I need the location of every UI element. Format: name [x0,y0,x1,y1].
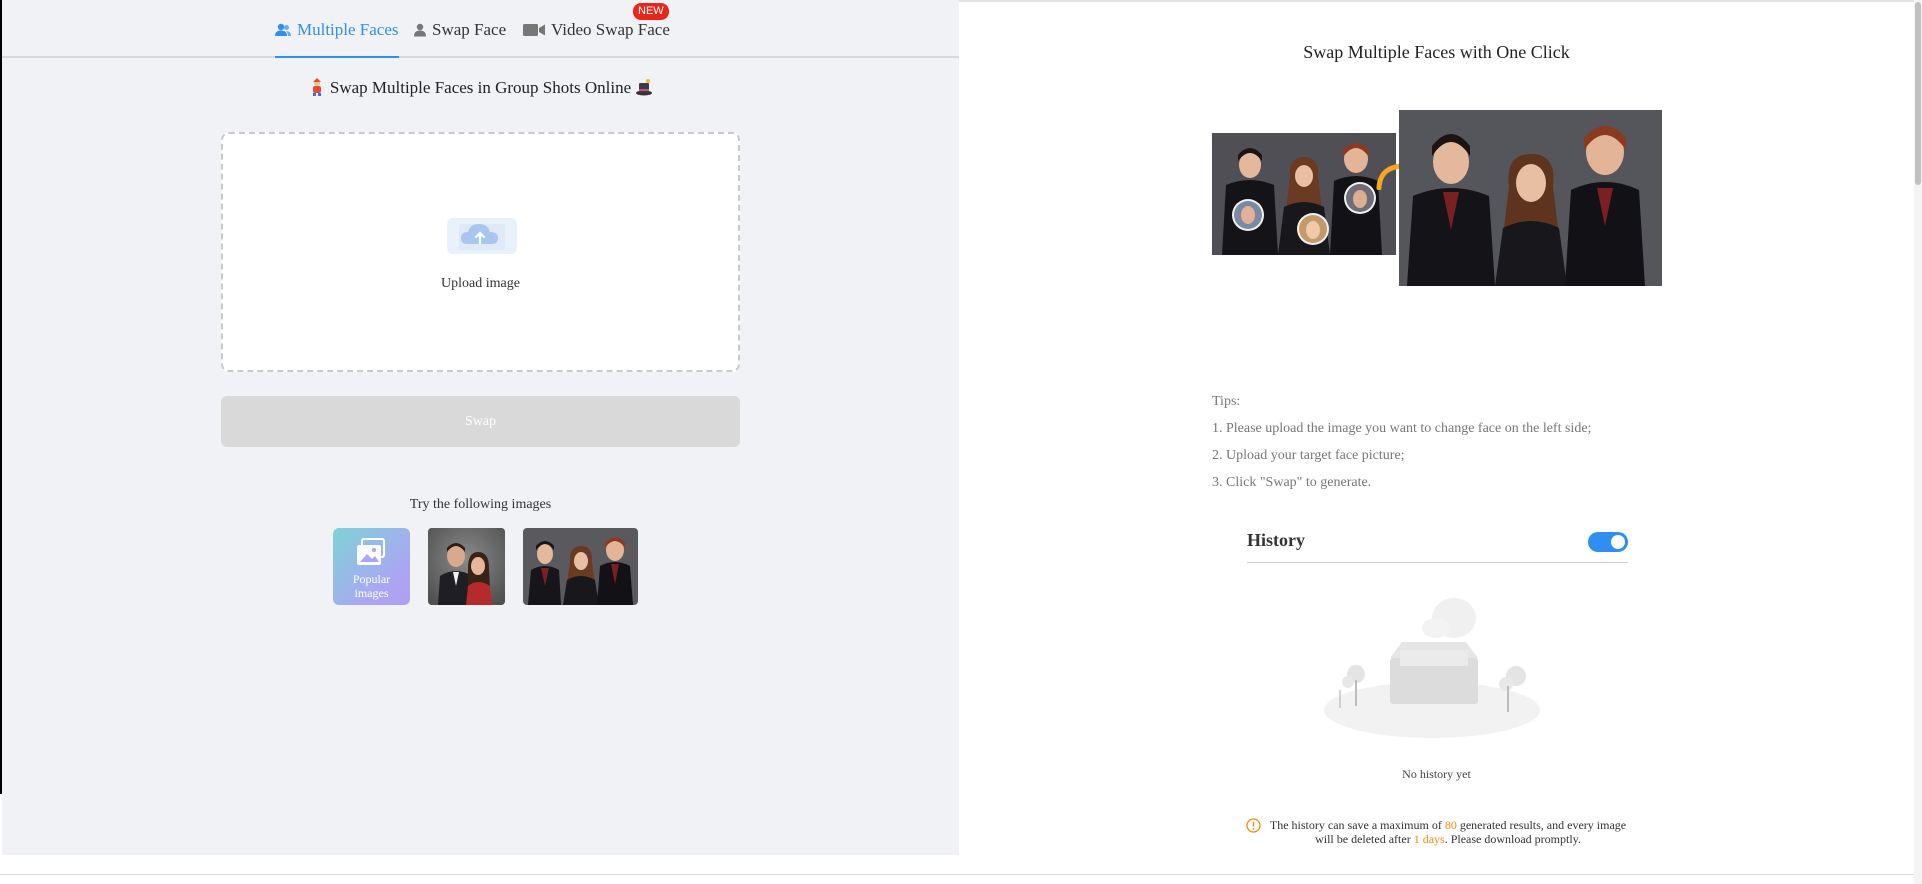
sample-image-couple[interactable] [428,528,505,605]
top-divider [959,0,1922,2]
page-title-text: Swap Multiple Faces in Group Shots Onlin… [329,78,632,97]
tab-video-swap-face[interactable]: Video Swap Face [523,20,670,56]
tip-item: 3. Click "Swap" to generate. [1212,475,1372,490]
tab-swap-face[interactable]: Swap Face [414,20,506,56]
user-icon [414,23,426,37]
tips-section: Tips: 1. Please upload the image you wan… [1212,393,1591,501]
new-badge: NEW [633,3,669,20]
gallery-icon [357,538,385,565]
upload-image-label: Upload image [441,276,520,291]
bottom-divider [0,874,1922,875]
demo-after-image [1399,110,1662,286]
tab-bar: Multiple Faces Swap Face Video Swap Face [2,0,959,58]
video-camera-icon [523,24,545,36]
history-days: 1 days [1413,832,1445,846]
tab-video-swap-face-label: Video Swap Face [551,20,670,39]
upload-dropzone[interactable]: Upload image [221,132,740,372]
popular-images-button[interactable]: Popular images [333,528,410,605]
demo-before-image [1212,133,1396,255]
right-title: Swap Multiple Faces with One Click [1303,42,1570,62]
tab-swap-face-label: Swap Face [432,20,507,39]
page-title: Swap Multiple Faces in Group Shots Onlin… [2,78,959,98]
toggle-knob [1611,535,1625,549]
swap-button[interactable]: Swap [221,396,740,447]
user-group-icon [275,23,291,36]
history-max-count: 80 [1444,818,1457,832]
cloud-upload-icon [447,218,517,254]
sample-image-group[interactable] [523,528,638,605]
no-history-text: No history yet [1402,767,1471,781]
history-header: History [1247,530,1628,563]
scrollbar-thumb[interactable] [1915,2,1921,185]
tab-multiple-faces[interactable]: Multiple Faces [275,20,399,58]
sample-couple-thumbnail [428,528,505,605]
tip-item: 2. Upload your target face picture; [1212,448,1405,463]
sample-group-thumbnail [523,528,638,605]
tab-multiple-faces-label: Multiple Faces [297,20,399,39]
tips-heading: Tips: [1212,394,1241,409]
juggler-icon [312,78,321,96]
empty-box-illustration [1324,598,1540,738]
magic-hat-icon [636,79,653,96]
tip-item: 1. Please upload the image you want to c… [1212,421,1592,436]
try-images-label: Try the following images [409,497,552,512]
group-photo-after [1399,110,1662,286]
history-note-text: The history can save a maximum of 80 gen… [1269,818,1627,846]
history-limit-note: The history can save a maximum of 80 gen… [1246,818,1630,846]
warning-icon [1246,818,1261,833]
history-toggle[interactable] [1588,532,1628,552]
group-photo-before [1212,133,1396,255]
popular-images-label: Popular images [352,572,391,600]
history-title: History [1247,530,1305,550]
